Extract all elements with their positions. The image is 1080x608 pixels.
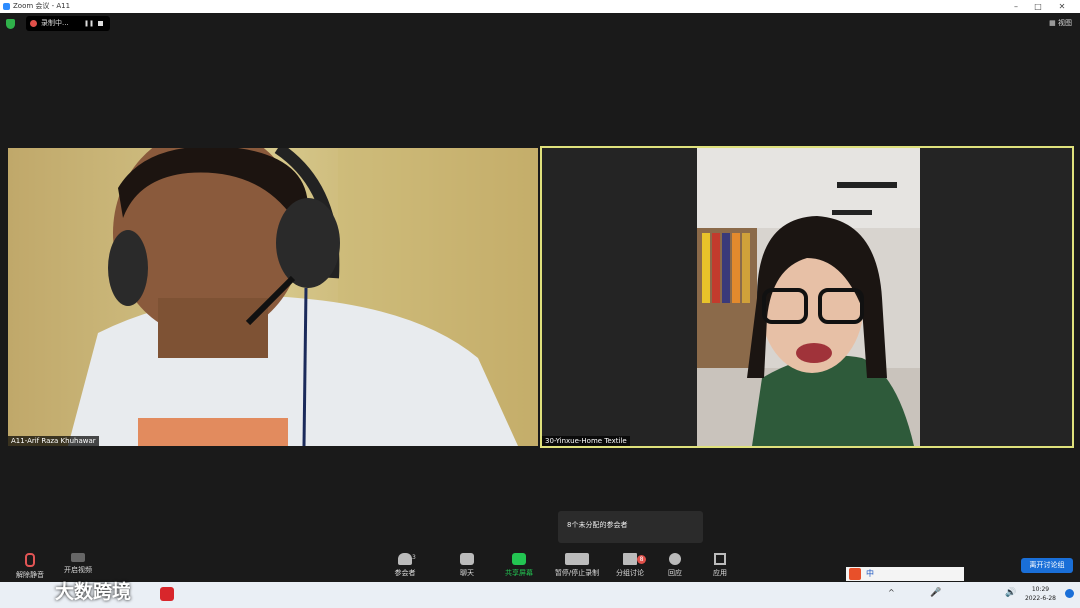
- encryption-shield-icon[interactable]: [6, 19, 15, 29]
- apps-label: 应用: [713, 569, 727, 577]
- share-screen-label: 共享屏幕: [505, 569, 533, 577]
- breakout-rooms-icon: [623, 553, 637, 565]
- grid-view-icon: ▦: [1049, 19, 1056, 27]
- chat-icon: [460, 553, 474, 565]
- window-titlebar: Zoom 会议 - A11 – □ ✕: [0, 0, 1080, 13]
- volume-icon[interactable]: 🔊: [1005, 588, 1016, 598]
- wps-icon[interactable]: [160, 587, 174, 601]
- unassigned-participants-popup[interactable]: 8个未分配的参会者: [558, 511, 703, 543]
- chat-label: 聊天: [460, 569, 474, 577]
- smiley-icon: [669, 553, 681, 565]
- leave-breakout-button[interactable]: 离开讨论组: [1021, 558, 1073, 573]
- apps-button[interactable]: 应用: [690, 553, 750, 578]
- video-tile-yinxue[interactable]: 30-Yinxue-Home Textile: [540, 146, 1074, 448]
- participants-button[interactable]: 参会者: [375, 553, 435, 578]
- microphone-muted-icon: [25, 553, 35, 567]
- participants-icon: [398, 553, 412, 565]
- participant-name-label: 30-Yinxue-Home Textile: [542, 436, 630, 446]
- stop-recording-icon[interactable]: [98, 21, 103, 26]
- share-screen-button[interactable]: 共享屏幕: [489, 553, 549, 578]
- sogou-icon: [849, 568, 861, 580]
- maximize-icon[interactable]: □: [1028, 0, 1048, 13]
- popup-text: 8个未分配的参会者: [567, 521, 628, 529]
- taskbar-clock[interactable]: 10:29 2022-6-28: [1025, 585, 1056, 603]
- mute-label: 解除静音: [16, 571, 44, 579]
- watermark-text: 大数跨境: [55, 581, 132, 603]
- minimize-icon[interactable]: –: [1006, 0, 1026, 13]
- record-control-button[interactable]: 暂停/停止录制: [547, 553, 607, 578]
- video-button[interactable]: 开启视频: [48, 553, 108, 575]
- participant-video-yinxue: [542, 148, 1072, 446]
- apps-icon: [714, 553, 726, 565]
- clock-date: 2022-6-28: [1024, 595, 1056, 602]
- chat-button[interactable]: 聊天: [437, 553, 497, 578]
- pause-stop-icon: [565, 553, 589, 565]
- reactions-label: 回应: [668, 569, 682, 577]
- participant-name-label: A11-Arif Raza Khuhawar: [8, 436, 99, 446]
- ime-mode-label: 中: [866, 569, 874, 578]
- microphone-tray-icon[interactable]: 🎤: [930, 588, 941, 598]
- video-tile-arif[interactable]: A11-Arif Raza Khuhawar: [8, 148, 538, 446]
- share-screen-icon: [512, 553, 526, 565]
- video-label: 开启视频: [64, 566, 92, 574]
- tray-chevron-icon[interactable]: ^: [888, 588, 895, 597]
- record-label: 暂停/停止录制: [554, 569, 600, 577]
- window-title: Zoom 会议 - A11: [13, 2, 71, 10]
- ime-toolbar[interactable]: 中: [846, 567, 964, 581]
- recording-label: 录制中...: [41, 19, 69, 27]
- meeting-top-bar: [0, 13, 1080, 35]
- recording-indicator: 录制中... ❚❚: [26, 16, 110, 31]
- close-icon[interactable]: ✕: [1052, 0, 1072, 13]
- camera-off-icon: [71, 553, 85, 562]
- participants-label: 参会者: [394, 569, 416, 577]
- view-button[interactable]: ▦ 视图: [1049, 18, 1072, 28]
- participants-count: 3: [412, 554, 416, 561]
- participant-video-arif: [8, 148, 538, 446]
- zoom-app-icon: [3, 3, 10, 10]
- notification-icon[interactable]: [1065, 589, 1074, 598]
- view-button-label: 视图: [1058, 19, 1072, 27]
- breakout-label: 分组讨论: [616, 569, 644, 577]
- pause-recording-icon[interactable]: ❚❚: [84, 16, 94, 31]
- recording-dot-icon: [30, 20, 37, 27]
- clock-time: 10:29: [1031, 586, 1050, 593]
